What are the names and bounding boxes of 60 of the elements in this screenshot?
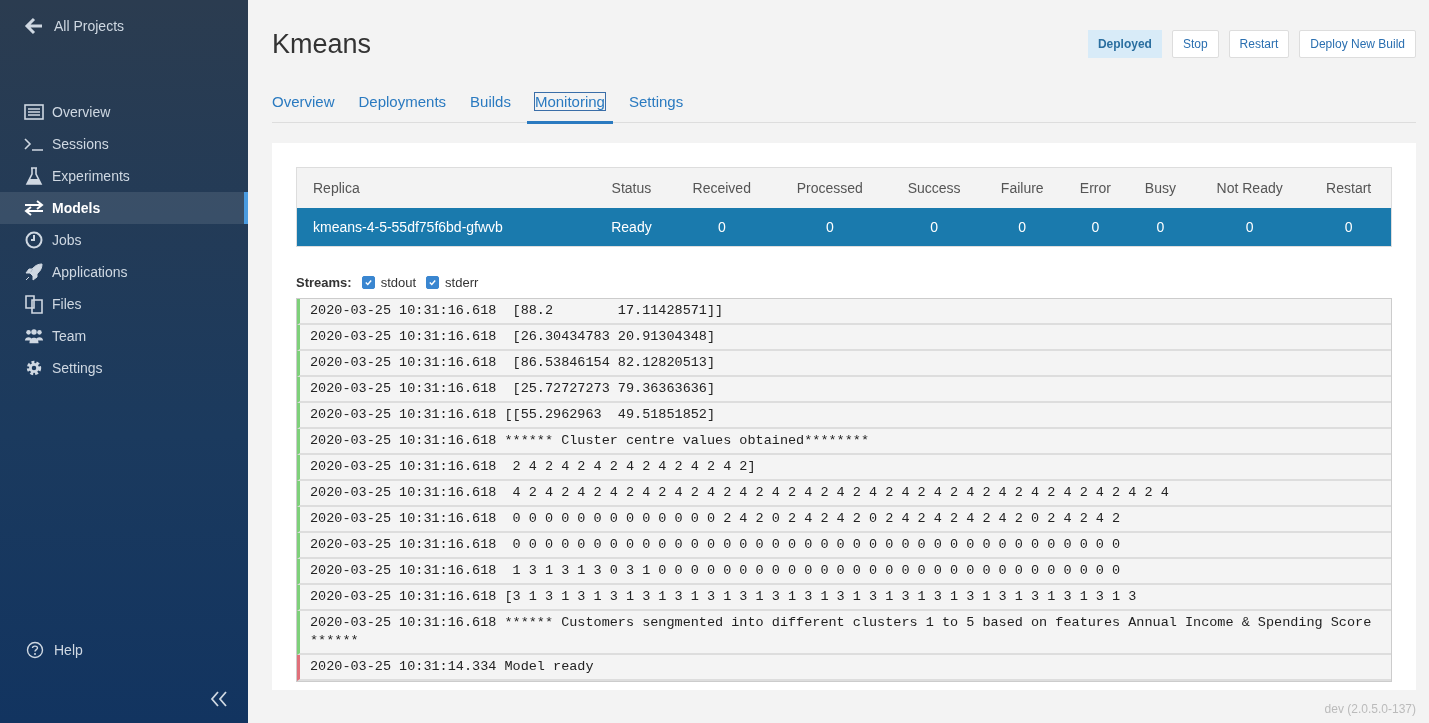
help-icon bbox=[26, 641, 44, 659]
table-cell: 0 bbox=[1192, 208, 1307, 247]
table-row[interactable]: kmeans-4-5-55df75f6bd-gfwvb Ready 0 0 0 0 0 0 0 0 bbox=[296, 208, 1392, 247]
tab[interactable]: Deployments bbox=[358, 88, 447, 121]
arrow-left-icon bbox=[24, 16, 44, 36]
sidebar-item[interactable]: Models bbox=[0, 192, 248, 224]
table-cell: 0 bbox=[1062, 208, 1128, 247]
column-header: Not Ready bbox=[1192, 167, 1307, 208]
stream-checkbox[interactable]: stdout bbox=[361, 275, 417, 290]
people-icon bbox=[24, 328, 44, 344]
tab[interactable]: Monitoring bbox=[526, 88, 613, 124]
column-header: Received bbox=[670, 167, 774, 208]
sidebar-item[interactable]: Settings bbox=[0, 352, 248, 384]
sidebar-item[interactable]: Sessions bbox=[0, 128, 248, 160]
column-header: Replica bbox=[296, 167, 593, 208]
column-header: Status bbox=[592, 167, 671, 208]
rocket-icon bbox=[24, 263, 44, 281]
action-button[interactable]: Restart bbox=[1228, 30, 1290, 58]
action-button[interactable]: Stop bbox=[1171, 30, 1219, 58]
help-link[interactable]: Help bbox=[0, 635, 248, 665]
check-icon bbox=[363, 278, 373, 287]
files-icon bbox=[24, 294, 44, 314]
column-header: Failure bbox=[981, 167, 1063, 208]
tab[interactable]: Builds bbox=[470, 88, 511, 121]
sidebar-item[interactable]: Applications bbox=[0, 256, 248, 288]
table-cell: 0 bbox=[773, 208, 887, 247]
column-header: Busy bbox=[1127, 167, 1193, 208]
sidebar-item[interactable]: Files bbox=[0, 288, 248, 320]
action-button[interactable]: Deploy New Build bbox=[1299, 30, 1416, 58]
flask-icon bbox=[24, 167, 44, 185]
collapse-icon[interactable] bbox=[210, 691, 228, 707]
check-icon bbox=[428, 278, 438, 287]
status-badge: Deployed bbox=[1087, 30, 1162, 58]
streams-label: Streams: bbox=[296, 275, 352, 290]
sidebar-item[interactable]: Jobs bbox=[0, 224, 248, 256]
table-cell: 0 bbox=[981, 208, 1063, 247]
table-cell: 0 bbox=[670, 208, 774, 247]
column-header: Processed bbox=[773, 167, 887, 208]
list-icon bbox=[24, 104, 44, 120]
tab[interactable]: Overview bbox=[272, 88, 335, 121]
table-cell: kmeans-4-5-55df75f6bd-gfwvb bbox=[296, 208, 593, 247]
page-title: Kmeans bbox=[272, 28, 372, 60]
table-cell: 0 bbox=[1127, 208, 1193, 247]
column-header: Restart bbox=[1306, 167, 1392, 208]
column-header: Success bbox=[886, 167, 982, 208]
terminal-icon bbox=[24, 137, 44, 151]
sidebar-item[interactable]: Team bbox=[0, 320, 248, 352]
all-projects-link[interactable]: All Projects bbox=[0, 0, 248, 52]
table-cell: Ready bbox=[592, 208, 671, 247]
settings-icon bbox=[24, 359, 44, 377]
tab[interactable]: Settings bbox=[628, 88, 684, 121]
clock-icon bbox=[24, 231, 44, 249]
swap-arrows-icon bbox=[24, 200, 44, 216]
table-cell: 0 bbox=[886, 208, 982, 247]
version-label: dev (2.0.5.0-137) bbox=[1323, 702, 1416, 716]
sidebar-item[interactable]: Overview bbox=[0, 96, 248, 128]
table-cell: 0 bbox=[1306, 208, 1392, 247]
column-header: Error bbox=[1062, 167, 1128, 208]
sidebar-item[interactable]: Experiments bbox=[0, 160, 248, 192]
stream-checkbox[interactable]: stderr bbox=[426, 275, 479, 290]
